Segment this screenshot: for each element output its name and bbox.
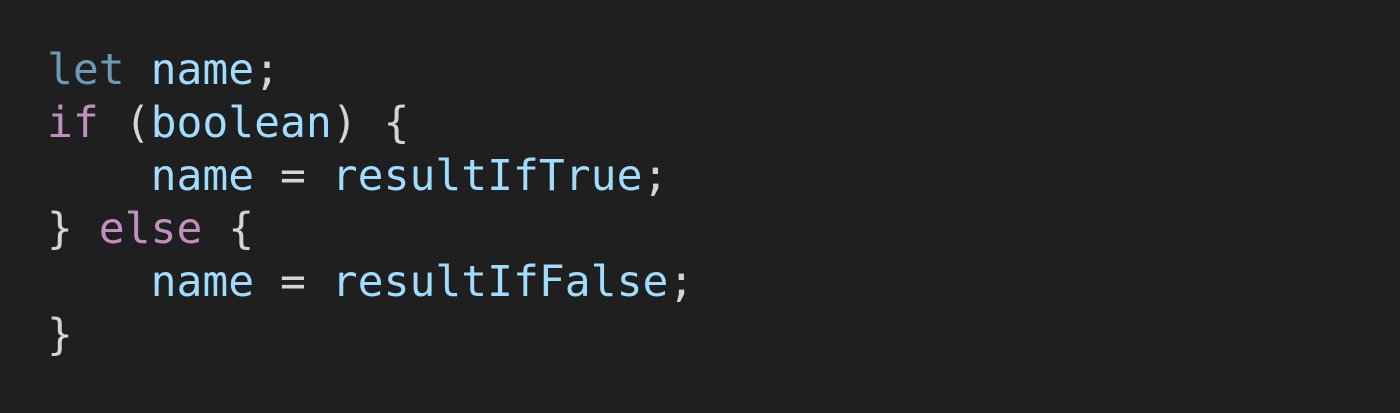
code-editor-panel: let name; if (boolean) { name = resultIfT… (0, 0, 1400, 413)
code-line-4: } else { (47, 203, 1400, 256)
assignment-operator: = (254, 257, 332, 307)
code-line-3: name = resultIfTrue; (47, 150, 1400, 203)
open-brace: { (202, 204, 255, 254)
close-paren-brace: ) { (331, 98, 410, 148)
identifier-name: name (150, 151, 255, 201)
identifier-result-if-false: resultIfFalse (331, 257, 669, 307)
assignment-operator: = (254, 151, 332, 201)
identifier-name: name (150, 45, 255, 95)
identifier-result-if-true: resultIfTrue (331, 151, 643, 201)
identifier-boolean: boolean (150, 98, 332, 148)
identifier-name: name (150, 257, 255, 307)
keyword-else: else (98, 204, 203, 254)
code-line-6: } (47, 309, 1400, 362)
semicolon: ; (668, 257, 695, 307)
keyword-let: let (47, 45, 125, 95)
semicolon: ; (642, 151, 669, 201)
keyword-if: if (47, 98, 99, 148)
open-paren: ( (98, 98, 151, 148)
code-block: let name; if (boolean) { name = resultIfT… (47, 44, 1400, 362)
semicolon: ; (254, 45, 281, 95)
code-line-2: if (boolean) { (47, 97, 1400, 150)
code-line-1: let name; (47, 44, 1400, 97)
close-brace: } (47, 204, 73, 254)
close-brace: } (47, 310, 73, 360)
code-line-5: name = resultIfFalse; (47, 256, 1400, 309)
